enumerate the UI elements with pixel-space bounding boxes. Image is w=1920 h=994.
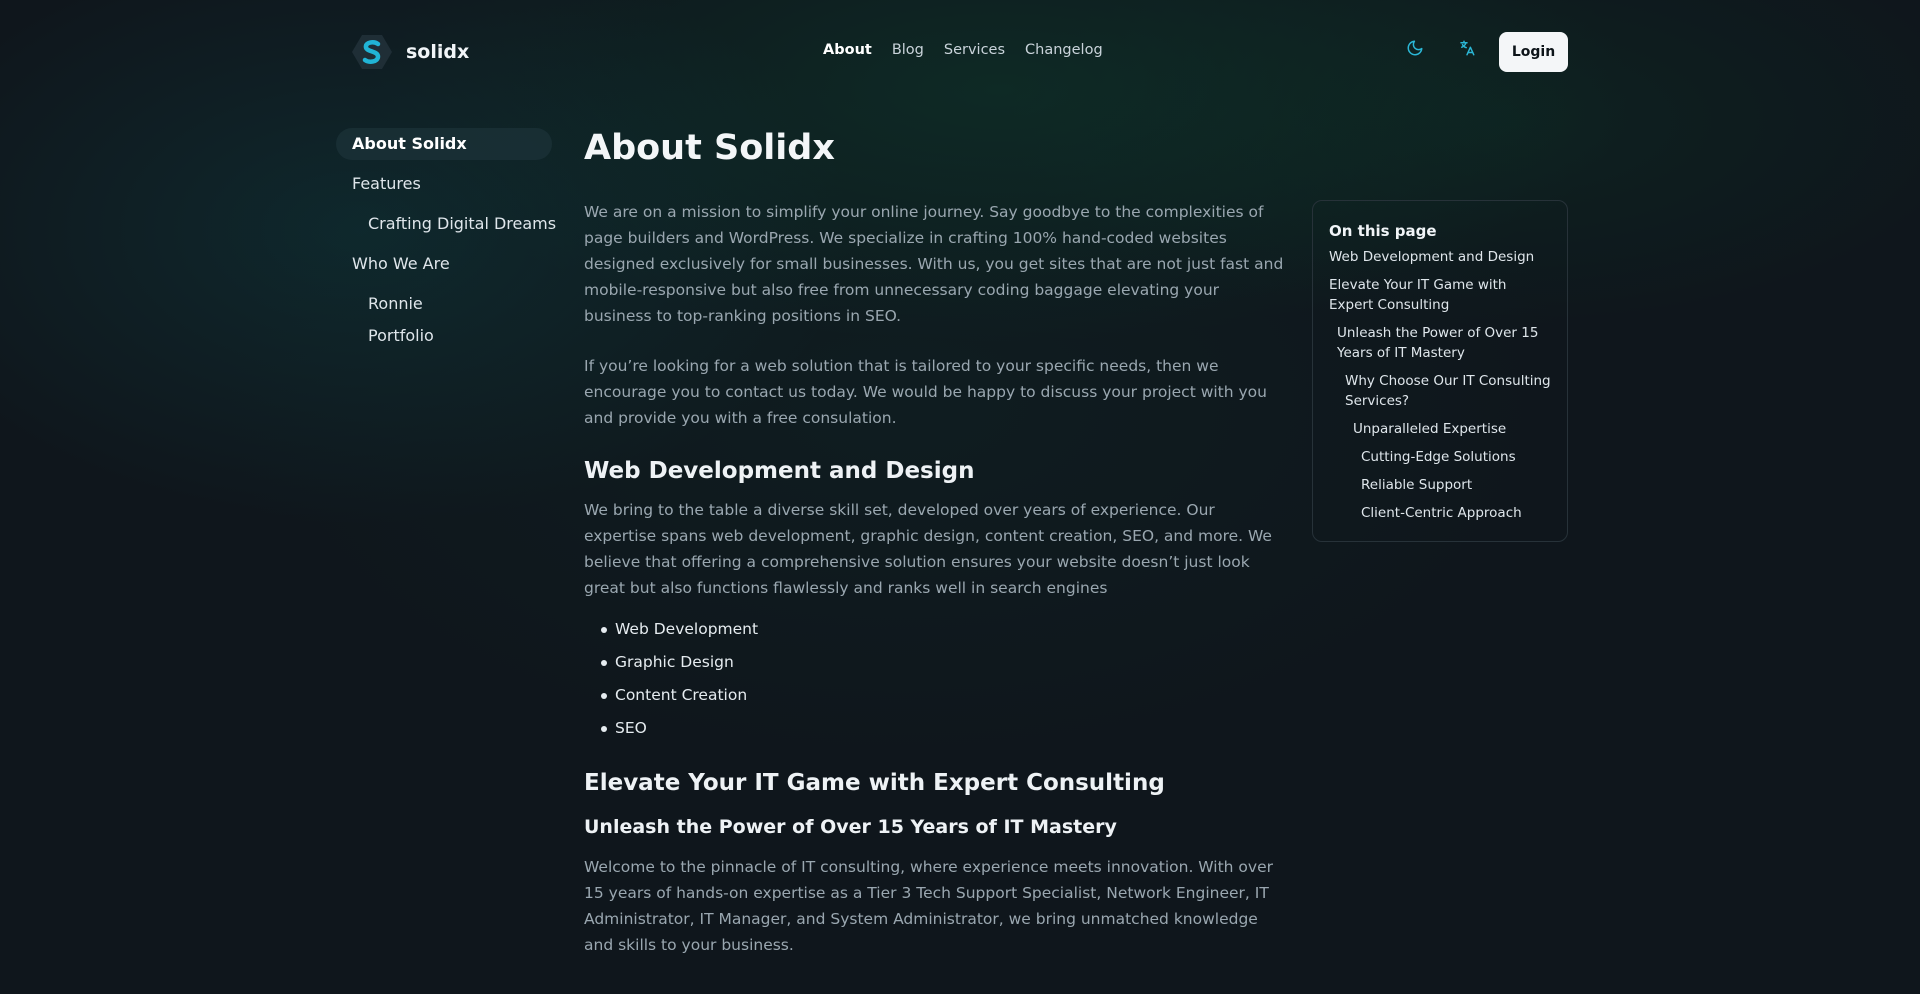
toc-link-cutting-edge[interactable]: Cutting-Edge Solutions (1329, 447, 1551, 467)
language-button[interactable] (1455, 38, 1479, 62)
sidebar-item-crafting-digital-dreams[interactable]: Crafting Digital Dreams (336, 208, 556, 240)
list-item: Web Development (601, 613, 1290, 646)
toc-link-web-development[interactable]: Web Development and Design (1329, 247, 1551, 267)
toc-link-it-consulting[interactable]: Elevate Your IT Game with Expert Consult… (1329, 275, 1551, 315)
toc-title: On this page (1329, 222, 1437, 240)
toc-link-unparalleled-expertise[interactable]: Unparalleled Expertise (1329, 419, 1551, 439)
toc-link-reliable-support[interactable]: Reliable Support (1329, 475, 1551, 495)
intro-paragraph-1: We are on a mission to simplify your onl… (584, 203, 1284, 325)
heading-it-mastery: Unleash the Power of Over 15 Years of IT… (584, 816, 1117, 838)
login-button[interactable]: Login (1499, 32, 1568, 72)
nav-blog[interactable]: Blog (892, 42, 924, 58)
moon-icon (1406, 39, 1424, 61)
it-mastery-paragraph: Welcome to the pinnacle of IT consulting… (584, 858, 1273, 954)
toc-link-client-centric[interactable]: Client-Centric Approach (1329, 503, 1551, 523)
skills-list: Web Development Graphic Design Content C… (584, 613, 1290, 745)
heading-it-consulting: Elevate Your IT Game with Expert Consult… (584, 770, 1165, 796)
sidebar-item-portfolio[interactable]: Portfolio (336, 320, 552, 352)
toc-link-it-mastery[interactable]: Unleash the Power of Over 15 Years of IT… (1329, 323, 1551, 363)
toc-link-why-choose[interactable]: Why Choose Our IT Consulting Services? (1329, 371, 1551, 411)
list-item: Content Creation (601, 679, 1290, 712)
sidebar-item-about-solidx[interactable]: About Solidx (336, 128, 552, 160)
intro-paragraph-2: If you’re looking for a web solution tha… (584, 357, 1267, 427)
site-header: solidx About Blog Services Changelog Log… (0, 0, 1920, 104)
solidx-logo-icon (352, 32, 392, 72)
sidebar-item-ronnie[interactable]: Ronnie (336, 288, 552, 320)
theme-toggle-button[interactable] (1403, 38, 1427, 62)
brand-name: solidx (406, 41, 470, 63)
heading-web-development: Web Development and Design (584, 458, 975, 484)
list-item: SEO (601, 712, 1290, 745)
translate-icon (1458, 39, 1476, 61)
nav-changelog[interactable]: Changelog (1025, 42, 1103, 58)
brand-link[interactable]: solidx (352, 32, 469, 72)
main-nav: About Blog Services Changelog (823, 42, 1103, 58)
nav-services[interactable]: Services (944, 42, 1005, 58)
nav-about[interactable]: About (823, 42, 872, 58)
page-title: About Solidx (584, 128, 835, 168)
sidebar-item-features[interactable]: Features (336, 168, 552, 200)
table-of-contents: On this page Web Development and Design … (1312, 200, 1568, 542)
sidebar-item-who-we-are[interactable]: Who We Are (336, 248, 552, 280)
docs-sidebar: About Solidx Features Crafting Digital D… (336, 128, 556, 352)
list-item: Graphic Design (601, 646, 1290, 679)
article-content: About Solidx We are on a mission to simp… (584, 124, 1290, 958)
web-development-paragraph: We bring to the table a diverse skill se… (584, 501, 1272, 597)
